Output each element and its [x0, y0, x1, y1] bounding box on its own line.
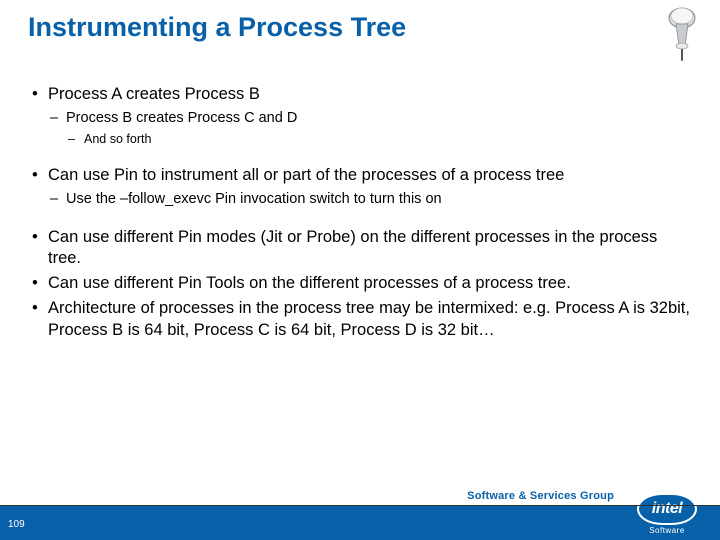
- bullet-1-1: Process B creates Process C and D And so…: [48, 109, 690, 147]
- bullet-2: Can use Pin to instrument all or part of…: [30, 165, 690, 209]
- bullet-text: And so forth: [84, 132, 151, 146]
- bullet-text: Use the –follow_exevc Pin invocation swi…: [66, 191, 442, 207]
- slide-number: 109: [8, 519, 25, 530]
- brand-subtitle: Software: [649, 526, 685, 535]
- bullet-text: Can use different Pin Tools on the diffe…: [48, 274, 571, 292]
- bullet-text: Architecture of processes in the process…: [48, 299, 690, 338]
- bullet-1-1-1: And so forth: [66, 131, 690, 147]
- brand-text: intel: [652, 500, 682, 518]
- pushpin-icon: [658, 4, 706, 64]
- footer-band: 109 intel Software: [0, 506, 720, 540]
- bullet-1: Process A creates Process B Process B cr…: [30, 84, 690, 147]
- group-label: Software & Services Group: [467, 490, 614, 502]
- bullet-3: Can use different Pin modes (Jit or Prob…: [30, 227, 690, 269]
- footer: Software & Services Group 109 intel Soft…: [0, 486, 720, 540]
- bullet-4: Can use different Pin Tools on the diffe…: [30, 273, 690, 294]
- bullet-5: Architecture of processes in the process…: [30, 298, 690, 340]
- content-area: Process A creates Process B Process B cr…: [30, 84, 690, 359]
- bullet-text: Can use Pin to instrument all or part of…: [48, 166, 564, 184]
- bullet-text: Process B creates Process C and D: [66, 110, 297, 126]
- slide: Instrumenting a Process Tree Process A c…: [0, 0, 720, 540]
- bullet-text: Process A creates Process B: [48, 85, 260, 103]
- intel-oval-icon: intel: [637, 493, 697, 525]
- intel-logo: intel Software: [624, 492, 710, 536]
- bullet-2-1: Use the –follow_exevc Pin invocation swi…: [48, 190, 690, 209]
- slide-title: Instrumenting a Process Tree: [28, 12, 406, 43]
- bullet-list: Process A creates Process B Process B cr…: [30, 84, 690, 341]
- bullet-text: Can use different Pin modes (Jit or Prob…: [48, 228, 657, 267]
